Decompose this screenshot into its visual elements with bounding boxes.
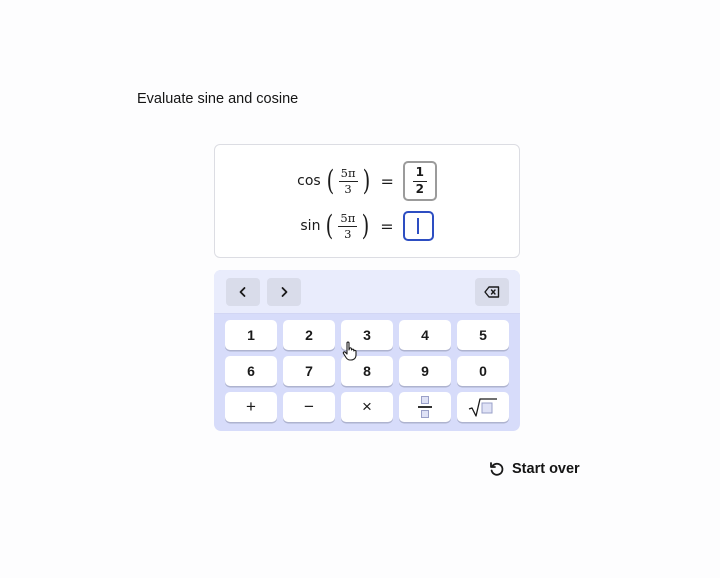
key-minus[interactable]: − bbox=[283, 392, 335, 422]
cos-arg-numerator: 5π bbox=[338, 165, 358, 182]
prompt-text: Evaluate sine and cosine bbox=[137, 91, 299, 107]
open-paren: ( bbox=[326, 164, 334, 197]
sin-answer-input[interactable] bbox=[402, 211, 434, 241]
key-9[interactable]: 9 bbox=[399, 356, 451, 386]
key-7[interactable]: 7 bbox=[283, 356, 335, 386]
restart-icon bbox=[490, 462, 504, 476]
key-1[interactable]: 1 bbox=[225, 320, 277, 350]
square-root-icon bbox=[468, 398, 497, 417]
key-6[interactable]: 6 bbox=[225, 356, 277, 386]
key-2[interactable]: 2 bbox=[283, 320, 335, 350]
cos-answer-numerator: 1 bbox=[412, 166, 428, 182]
keypad-keys: 1 2 3 4 5 6 7 8 9 0 + − × bbox=[225, 320, 509, 422]
cos-equation: cos ( 5π 3 ) = 1 2 bbox=[215, 161, 519, 201]
cos-function-label: cos bbox=[297, 173, 321, 189]
fraction-icon bbox=[418, 396, 432, 418]
key-fraction[interactable] bbox=[399, 392, 451, 422]
open-paren: ( bbox=[326, 209, 334, 242]
expression-card: cos ( 5π 3 ) = 1 2 sin ( 5π 3 ) = bbox=[214, 144, 520, 258]
equals-sign: = bbox=[380, 171, 394, 191]
cos-answer-denominator: 2 bbox=[415, 181, 425, 196]
cos-argument-fraction: 5π 3 bbox=[338, 165, 358, 196]
cos-answer-box[interactable]: 1 2 bbox=[402, 161, 437, 201]
close-paren: ) bbox=[362, 164, 370, 197]
key-plus[interactable]: + bbox=[225, 392, 277, 422]
cos-answer-fraction: 1 2 bbox=[412, 166, 428, 196]
hand-pointer-icon bbox=[342, 341, 357, 361]
text-caret bbox=[417, 218, 419, 234]
cursor-right-button[interactable] bbox=[267, 278, 301, 306]
key-0[interactable]: 0 bbox=[457, 356, 509, 386]
close-paren: ) bbox=[361, 209, 370, 242]
key-square-root[interactable] bbox=[457, 392, 509, 422]
start-over-label: Start over bbox=[512, 461, 580, 477]
backspace-icon bbox=[484, 286, 500, 298]
sin-function-label: sin bbox=[300, 218, 321, 234]
chevron-left-icon bbox=[239, 287, 246, 297]
sin-argument-fraction: 5π 3 bbox=[338, 210, 358, 241]
sin-arg-denominator: 3 bbox=[344, 226, 352, 241]
key-times[interactable]: × bbox=[341, 392, 393, 422]
sin-arg-numerator: 5π bbox=[338, 210, 358, 227]
backspace-button[interactable] bbox=[475, 278, 509, 306]
cursor-left-button[interactable] bbox=[226, 278, 260, 306]
sin-equation: sin ( 5π 3 ) = bbox=[215, 211, 519, 241]
key-5[interactable]: 5 bbox=[457, 320, 509, 350]
math-keypad: 1 2 3 4 5 6 7 8 9 0 + − × bbox=[214, 270, 520, 431]
keypad-toolbar bbox=[214, 270, 520, 314]
key-4[interactable]: 4 bbox=[399, 320, 451, 350]
equals-sign: = bbox=[380, 216, 394, 236]
chevron-right-icon bbox=[281, 287, 288, 297]
start-over-button[interactable]: Start over bbox=[489, 461, 580, 477]
cos-arg-denominator: 3 bbox=[344, 181, 352, 196]
